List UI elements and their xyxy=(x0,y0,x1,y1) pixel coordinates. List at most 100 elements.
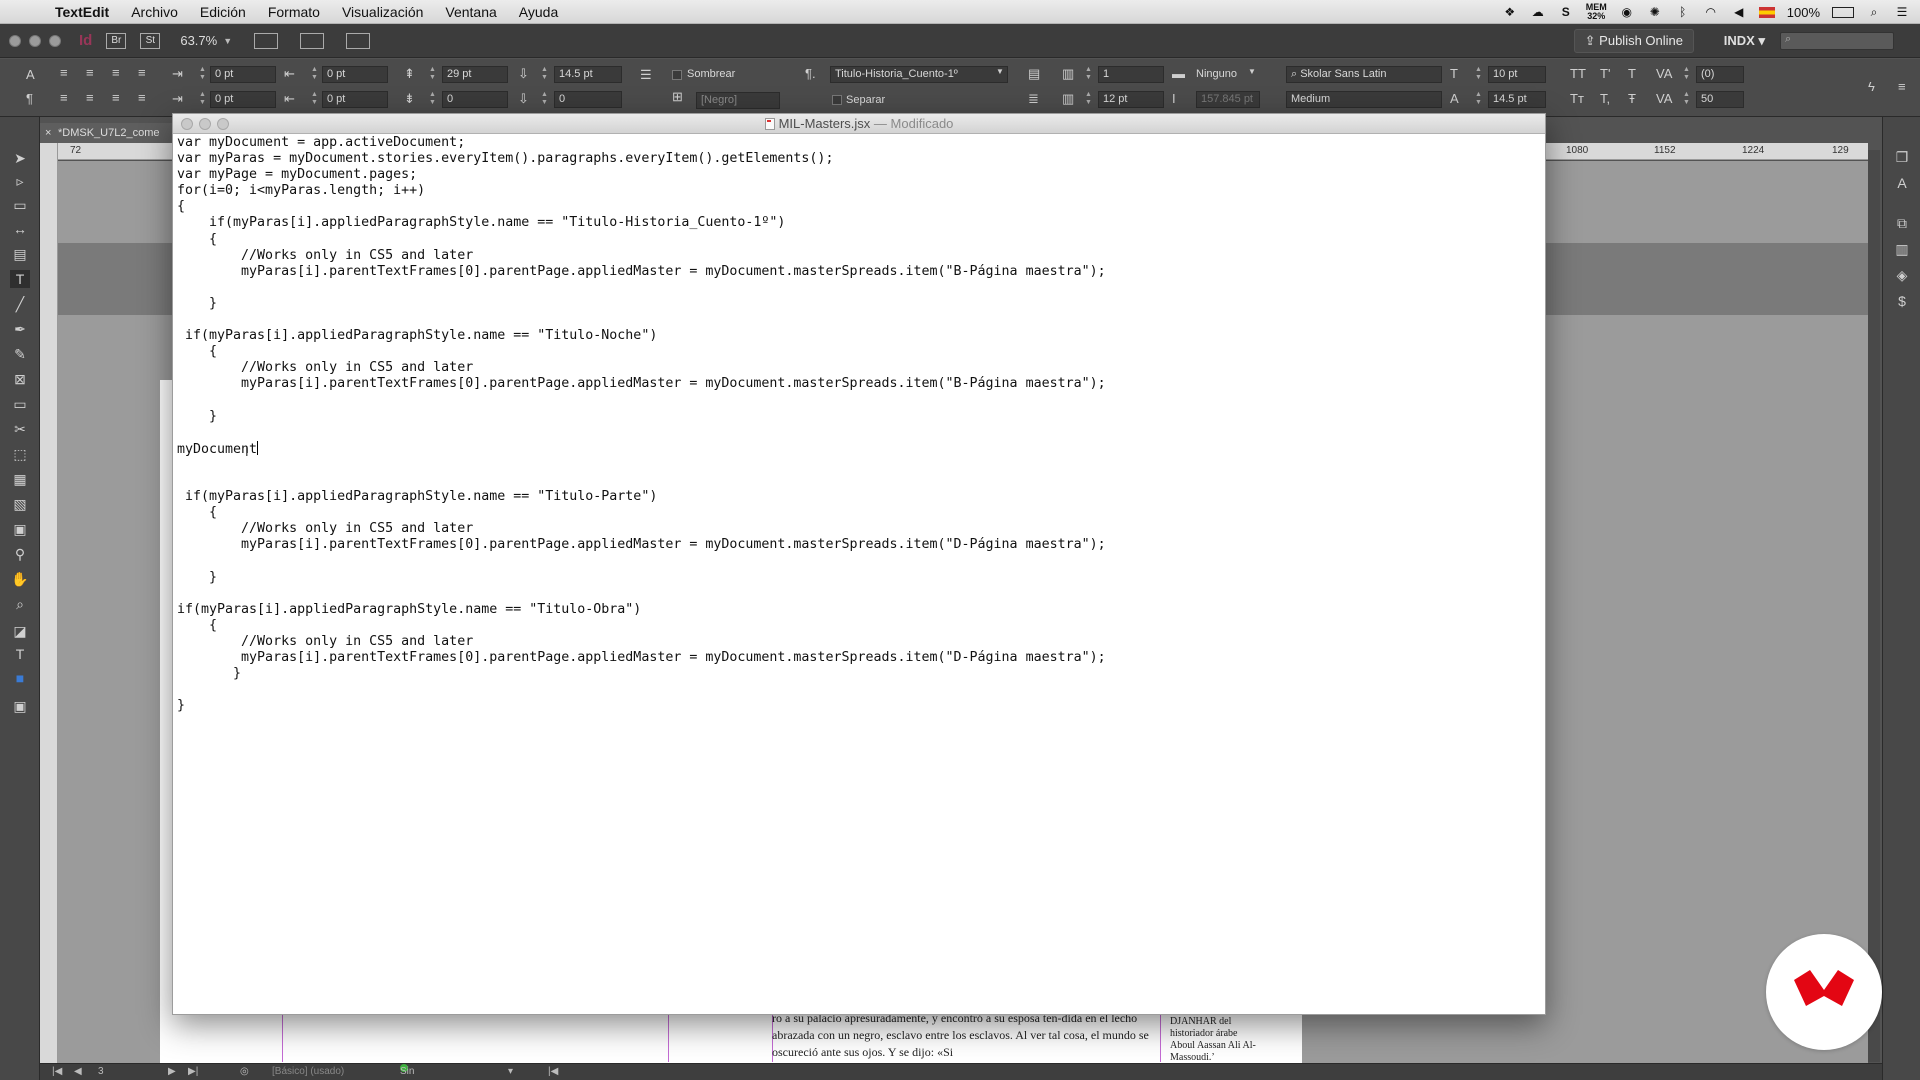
arrange-documents-icon[interactable] xyxy=(346,32,371,49)
code-line[interactable]: } xyxy=(177,666,1537,682)
space-before-field[interactable]: 29 pt xyxy=(442,66,508,83)
open-page-icon[interactable]: ◎ xyxy=(240,1064,249,1080)
drop-cap-chars-stepper[interactable]: ▲ ▼ xyxy=(540,91,549,108)
wifi-icon[interactable]: ◠ xyxy=(1703,5,1719,19)
code-line[interactable]: var myDocument = app.activeDocument; xyxy=(177,135,1537,151)
panel-menu-icon[interactable]: ≡ xyxy=(1898,79,1906,94)
shade-checkbox[interactable] xyxy=(672,70,682,80)
align-towards-spine-icon[interactable]: ≡ xyxy=(138,65,146,80)
dropbox-icon[interactable]: ❖ xyxy=(1502,5,1518,19)
code-line[interactable]: for(i=0; i<myParas.length; i++) xyxy=(177,183,1537,199)
code-line[interactable] xyxy=(177,425,1537,441)
rectangle-frame-tool-icon[interactable]: ⊠ xyxy=(10,370,30,388)
font-size-stepper[interactable]: ▲ ▼ xyxy=(1474,66,1483,83)
code-line[interactable]: { xyxy=(177,618,1537,634)
code-line[interactable] xyxy=(177,457,1537,473)
free-transform-tool-icon[interactable]: ⬚ xyxy=(10,445,30,463)
code-line[interactable] xyxy=(177,586,1537,602)
spotlight-icon[interactable]: ⌕ xyxy=(1866,5,1882,19)
gradient-feather-tool-icon[interactable]: ▧ xyxy=(10,495,30,513)
code-line[interactable]: myParas[i].parentTextFrames[0].parentPag… xyxy=(177,264,1537,280)
page-sidenote-text[interactable]: DJANHAR del historiador árabe Aboul Aass… xyxy=(1170,1016,1262,1064)
code-line[interactable]: if(myParas[i].appliedParagraphStyle.name… xyxy=(177,602,1537,618)
drop-cap-lines-field[interactable]: 14.5 pt xyxy=(554,66,622,83)
code-line[interactable]: if(myParas[i].appliedParagraphStyle.name… xyxy=(177,328,1537,344)
align-left-icon[interactable]: ≡ xyxy=(60,65,68,80)
span-columns-label[interactable]: Ninguno xyxy=(1196,68,1237,80)
left-indent-field[interactable]: 0 pt xyxy=(210,66,276,83)
code-line[interactable] xyxy=(177,473,1537,489)
right-indent-field[interactable]: 0 pt xyxy=(322,66,388,83)
menu-ayuda[interactable]: Ayuda xyxy=(508,4,569,20)
last-line-indent-field[interactable]: 0 pt xyxy=(322,91,388,108)
screen-mode-tool-icon[interactable]: ▣ xyxy=(10,697,30,715)
code-line[interactable]: var myParas = myDocument.stories.everyIt… xyxy=(177,151,1537,167)
formatting-text-icon[interactable]: T xyxy=(10,645,30,663)
page-body-text[interactable]: ro a su palacio apresuradamente, y encon… xyxy=(772,1010,1158,1061)
gutter-field[interactable]: 12 pt xyxy=(1098,91,1164,108)
code-line[interactable]: //Works only in CS5 and later xyxy=(177,634,1537,650)
font-style-select[interactable]: Medium xyxy=(1286,91,1442,108)
paragraph-style-dropdown-icon[interactable]: ▼ xyxy=(996,67,1004,76)
stock-button[interactable]: St xyxy=(140,32,161,49)
menu-app-textedit[interactable]: TextEdit xyxy=(44,4,120,20)
pages-panel-icon[interactable]: ❐ xyxy=(1892,149,1912,167)
menu-formato[interactable]: Formato xyxy=(257,4,331,20)
jsx-file-icon[interactable] xyxy=(764,118,775,130)
quick-apply-icon[interactable]: ϟ xyxy=(1868,79,1875,94)
code-line[interactable]: } xyxy=(177,296,1537,312)
rectangle-tool-icon[interactable]: ▭ xyxy=(10,395,30,413)
code-line[interactable]: { xyxy=(177,232,1537,248)
bluetooth-icon[interactable]: ᛒ xyxy=(1675,5,1691,19)
shade-color-select[interactable]: [Negro] xyxy=(696,92,780,109)
type-tool-icon[interactable]: T xyxy=(10,270,30,288)
leading-stepper[interactable]: ▲ ▼ xyxy=(1474,91,1483,108)
textedit-close-button[interactable] xyxy=(181,118,193,130)
normal-view-icon[interactable]: ■ xyxy=(10,669,30,687)
line-tool-icon[interactable]: ╱ xyxy=(10,295,30,313)
span-width-field[interactable]: 157.845 pt xyxy=(1196,91,1260,108)
document-tab[interactable]: × *DMSK_U7L2_come xyxy=(40,123,180,143)
links-panel-icon[interactable]: ⧉ xyxy=(1892,215,1912,233)
justify-left-icon[interactable]: ≡ xyxy=(60,90,68,105)
justify-all-icon[interactable]: ≡ xyxy=(138,90,146,105)
preflight-menu-icon[interactable]: ▾ xyxy=(508,1064,513,1080)
columns-stepper[interactable]: ▲ ▼ xyxy=(1084,66,1093,83)
code-line[interactable]: //Works only in CS5 and later xyxy=(177,248,1537,264)
code-line[interactable]: myDocument xyxy=(177,440,1537,457)
menu-edicion[interactable]: Edición xyxy=(189,4,257,20)
first-page-icon[interactable]: |◀ xyxy=(52,1064,62,1080)
textedit-zoom-button[interactable] xyxy=(217,118,229,130)
note-tool-icon[interactable]: ▣ xyxy=(10,520,30,538)
scissors-tool-icon[interactable]: ✂ xyxy=(10,420,30,438)
code-line[interactable] xyxy=(177,280,1537,296)
swatches-panel-icon[interactable]: ▥ xyxy=(1892,241,1912,259)
paragraph-style-select[interactable]: Titulo-Historia_Cuento-1º xyxy=(830,66,1008,83)
zoom-dropdown-icon[interactable]: ▼ xyxy=(223,36,232,46)
creative-cloud-icon[interactable]: ✺ xyxy=(1647,5,1663,19)
layers-panel-icon[interactable]: ◈ xyxy=(1892,267,1912,285)
space-before-stepper[interactable]: ▲ ▼ xyxy=(428,66,437,83)
record-icon[interactable]: ◉ xyxy=(1619,5,1635,19)
code-line[interactable]: //Works only in CS5 and later xyxy=(177,360,1537,376)
align-center-icon[interactable]: ≡ xyxy=(86,65,94,80)
flag-icon[interactable] xyxy=(1758,6,1775,18)
gradient-swatch-tool-icon[interactable]: ▦ xyxy=(10,470,30,488)
space-after-stepper[interactable]: ▲ ▼ xyxy=(428,91,437,108)
right-indent-stepper[interactable]: ▲ ▼ xyxy=(310,66,319,83)
pen-tool-icon[interactable]: ✒ xyxy=(10,320,30,338)
table-icon[interactable]: ⊞ xyxy=(672,89,683,105)
bridge-button[interactable]: Br xyxy=(106,32,127,49)
publish-online-button[interactable]: ⇪ Publish Online xyxy=(1573,29,1694,53)
textedit-minimize-button[interactable] xyxy=(199,118,211,130)
base-style-indicator[interactable]: [Básico] (usado) xyxy=(272,1064,344,1080)
code-line[interactable] xyxy=(177,312,1537,328)
code-line[interactable]: if(myParas[i].appliedParagraphStyle.name… xyxy=(177,489,1537,505)
zoom-window-button[interactable] xyxy=(49,34,61,47)
code-line[interactable]: //Works only in CS5 and later xyxy=(177,521,1537,537)
code-line[interactable]: } xyxy=(177,698,1537,714)
volume-icon[interactable]: ◀ xyxy=(1731,5,1747,19)
last-line-indent-stepper[interactable]: ▲ ▼ xyxy=(310,91,319,108)
character-styles-panel-icon[interactable]: A xyxy=(1892,175,1912,193)
selection-tool-icon[interactable]: ➤ xyxy=(10,149,30,167)
